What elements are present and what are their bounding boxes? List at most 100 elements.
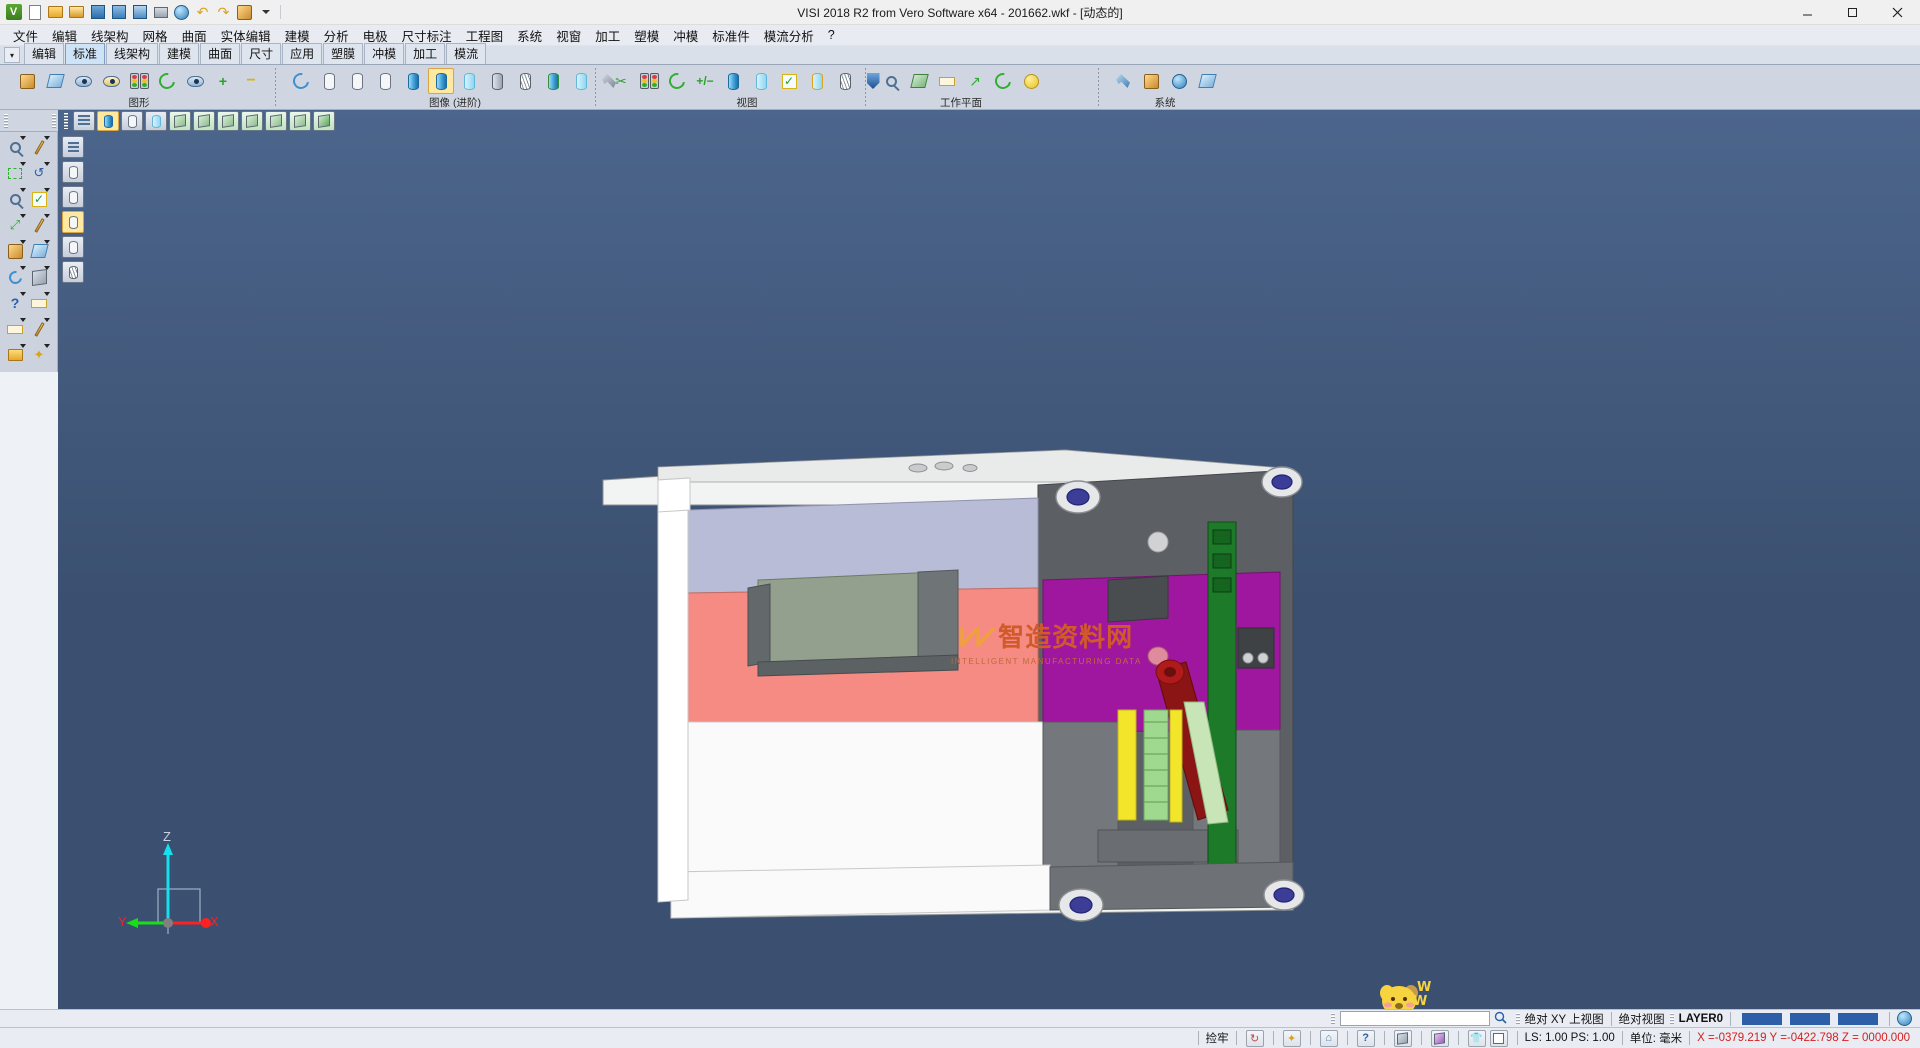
globe-icon[interactable] [1897, 1011, 1912, 1026]
minimize-button[interactable] [1785, 0, 1830, 25]
ribbon-tab-bar[interactable]: ▾ 编辑 标准 线架构 建模 曲面 尺寸 应用 塑膜 冲模 加工 模流 [0, 46, 1920, 65]
snap-refresh-icon[interactable]: ↻ [1246, 1030, 1264, 1047]
tab-surface[interactable]: 曲面 [200, 43, 240, 64]
system-globe-icon[interactable] [1166, 68, 1192, 94]
menu-item-window[interactable]: 视窗 [549, 24, 588, 47]
undo-icon[interactable]: ↶ [193, 3, 212, 22]
workplane-vector-icon[interactable]: ↗ [962, 68, 988, 94]
hidden-line-dashed-icon[interactable] [372, 68, 398, 94]
view-shade-light-icon[interactable] [748, 68, 774, 94]
customize-icon[interactable] [256, 3, 275, 22]
view-traffic-icon[interactable] [636, 68, 662, 94]
redo-icon[interactable]: ↷ [214, 3, 233, 22]
tab-apply[interactable]: 应用 [282, 43, 322, 64]
status-grip-3[interactable] [1670, 1013, 1674, 1025]
show-entity-icon[interactable] [70, 68, 96, 94]
zoom-window-icon[interactable] [4, 136, 26, 158]
menu-item-mold[interactable]: 塑模 [627, 24, 666, 47]
ribbon-toolbar[interactable]: + − 图形 图像 (进阶) [0, 65, 1920, 110]
status-grip-2[interactable] [1516, 1013, 1520, 1025]
status-bar-bottom[interactable]: 捡牢 ↻ ✦ ⌂ ? 👕 LS: 1.00 PS: 1.00 单位: 毫米 X … [0, 1027, 1920, 1048]
maximize-button[interactable] [1830, 0, 1875, 25]
snap-window-icon[interactable] [1490, 1030, 1508, 1047]
menu-item-system[interactable]: 系统 [510, 24, 549, 47]
solid-cube-icon[interactable] [28, 266, 50, 288]
chevron-down-icon[interactable]: ▾ [4, 47, 20, 63]
tab-standard[interactable]: 标准 [65, 43, 105, 64]
menu-item-standard-parts[interactable]: 标准件 [705, 24, 757, 47]
menu-item-help[interactable]: ? [821, 26, 842, 44]
tab-machining[interactable]: 加工 [405, 43, 445, 64]
save-as-icon[interactable] [109, 3, 128, 22]
layer-color-block-1[interactable] [1742, 1013, 1782, 1025]
view-refresh-icon[interactable] [664, 68, 690, 94]
hidden-line-render-icon[interactable] [344, 68, 370, 94]
snap-shirt-icon[interactable]: 👕 [1468, 1030, 1486, 1047]
workplane-icon[interactable] [28, 240, 50, 262]
save-icon[interactable] [88, 3, 107, 22]
tab-mold[interactable]: 塑膜 [323, 43, 363, 64]
tab-flow[interactable]: 模流 [446, 43, 486, 64]
menu-item-die[interactable]: 冲模 [666, 24, 705, 47]
workplane-grid-icon[interactable] [906, 68, 932, 94]
menu-item-machining[interactable]: 加工 [588, 24, 627, 47]
view-mode-label[interactable]: 绝对 XY 上视图 [1525, 1011, 1604, 1027]
view-shade-dark-icon[interactable] [720, 68, 746, 94]
apply-icon[interactable] [235, 3, 254, 22]
zoom-selection-icon[interactable] [4, 188, 26, 210]
snap-cube-move-icon[interactable] [1394, 1030, 1412, 1047]
mold-assembly-model[interactable] [58, 110, 1920, 1009]
status-bar-top[interactable]: 绝对 XY 上视图 绝对视图 LAYER0 [0, 1009, 1920, 1027]
snap-cube-icon[interactable] [1431, 1030, 1449, 1047]
snap-house-icon[interactable]: ⌂ [1320, 1030, 1338, 1047]
section-render-icon[interactable] [512, 68, 538, 94]
shaded-render-icon[interactable] [400, 68, 426, 94]
open-file-icon[interactable] [46, 3, 65, 22]
dimension-icon[interactable] [28, 292, 50, 314]
hide-entity-icon[interactable] [98, 68, 124, 94]
ucs-axes-icon[interactable]: ⤢ [4, 214, 26, 236]
left-tool-column-b[interactable]: ↺ ✓ ✦ [28, 136, 50, 366]
pen-edit-icon[interactable] [28, 136, 50, 158]
refresh-icon[interactable] [4, 266, 26, 288]
workplane-dimension-icon[interactable] [934, 68, 960, 94]
open-recent-icon[interactable] [67, 3, 86, 22]
render-export-icon[interactable] [568, 68, 594, 94]
preview-icon[interactable] [172, 3, 191, 22]
layer-color-block-2[interactable] [1790, 1013, 1830, 1025]
toggle-visibility-icon[interactable] [182, 68, 208, 94]
system-config-icon[interactable] [1138, 68, 1164, 94]
edit-curve-icon[interactable] [28, 214, 50, 236]
window-controls[interactable] [1785, 0, 1920, 25]
tab-edit[interactable]: 编辑 [24, 43, 64, 64]
pencil-tool-icon[interactable] [28, 318, 50, 340]
view-add-icon[interactable]: ✂ [608, 68, 634, 94]
workplane-rotate-icon[interactable] [990, 68, 1016, 94]
refresh-view-icon[interactable] [154, 68, 180, 94]
view-check-icon[interactable]: ✓ [776, 68, 802, 94]
add-visible-icon[interactable]: + [210, 68, 236, 94]
flat-render-icon[interactable] [484, 68, 510, 94]
status-grip-1[interactable] [1331, 1013, 1335, 1025]
view-transparent-icon[interactable] [832, 68, 858, 94]
tab-die[interactable]: 冲模 [364, 43, 404, 64]
new-file-icon[interactable] [25, 3, 44, 22]
tab-dimension[interactable]: 尺寸 [241, 43, 281, 64]
view-paste-icon[interactable] [804, 68, 830, 94]
system-settings-icon[interactable] [1110, 68, 1136, 94]
search-input[interactable] [1340, 1011, 1490, 1026]
3d-viewport[interactable]: ⩗⩗ 智造资料网 INTELLIGENT MANUFACTURING DATA [58, 110, 1920, 1009]
approve-check-icon[interactable]: ✓ [28, 188, 50, 210]
view-type-label[interactable]: 绝对视图 [1619, 1011, 1665, 1027]
close-button[interactable] [1875, 0, 1920, 25]
system-page-icon[interactable] [1194, 68, 1220, 94]
tab-wireframe[interactable]: 线架构 [106, 43, 158, 64]
traffic-light-icon[interactable] [126, 68, 152, 94]
wireframe-render-icon[interactable] [316, 68, 342, 94]
search-icon[interactable] [1494, 1011, 1507, 1027]
color-palette-icon[interactable] [14, 68, 40, 94]
layers-color-icon[interactable] [4, 240, 26, 262]
curve-draw-icon[interactable]: ↺ [28, 162, 50, 184]
transparent-render-icon[interactable] [456, 68, 482, 94]
regenerate-icon[interactable] [288, 68, 314, 94]
